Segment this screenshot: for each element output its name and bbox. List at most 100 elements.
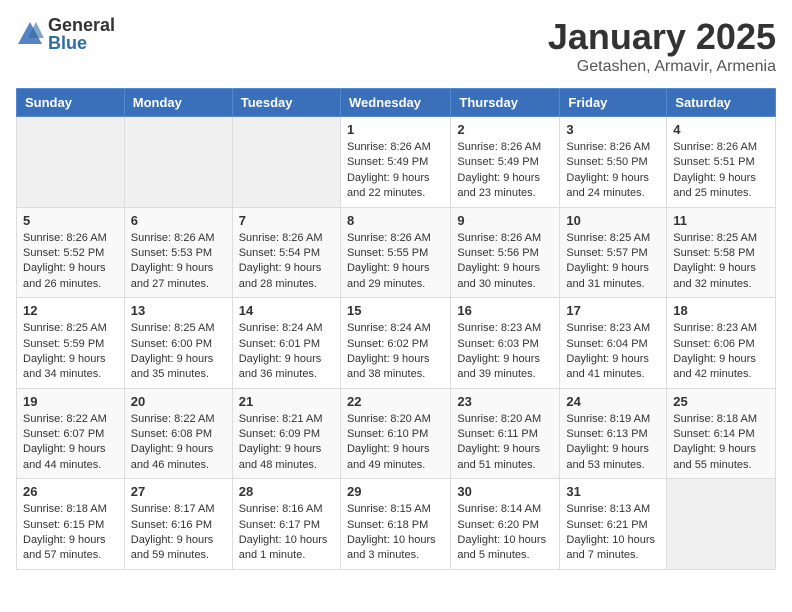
day-cell: 30 Sunrise: 8:14 AM Sunset: 6:20 PM Dayli… <box>451 479 560 570</box>
day-cell: 21Sunrise: 8:21 AM Sunset: 6:09 PM Dayli… <box>232 388 340 479</box>
day-info: Sunrise: 8:21 AM Sunset: 6:09 PM Dayligh… <box>239 412 334 474</box>
day-cell: 6 Sunrise: 8:26 AM Sunset: 5:53 PM Daylig… <box>124 207 232 298</box>
day-cell: 16 Sunrise: 8:23 AM Sunset: 6:03 PM Dayli… <box>451 298 560 389</box>
logo: General Blue <box>16 16 115 52</box>
day-number: 26 <box>23 484 118 499</box>
day-info: Sunrise: 8:19 AM Sunset: 6:13 PM Dayligh… <box>566 412 660 474</box>
day-cell <box>124 117 232 208</box>
day-number: 4 <box>673 122 769 137</box>
day-number: 3 <box>566 122 660 137</box>
day-number: 18 <box>673 303 769 318</box>
day-cell: 7Sunrise: 8:26 AM Sunset: 5:54 PM Daylig… <box>232 207 340 298</box>
week-row-1: 1 Sunrise: 8:26 AM Sunset: 5:49 PM Daylig… <box>17 117 776 208</box>
weekday-header-monday: Monday <box>124 89 232 117</box>
weekday-header-thursday: Thursday <box>451 89 560 117</box>
weekday-header-wednesday: Wednesday <box>340 89 450 117</box>
day-info: Sunrise: 8:23 AM Sunset: 6:03 PM Dayligh… <box>457 321 553 383</box>
day-cell: 22Sunrise: 8:20 AM Sunset: 6:10 PM Dayli… <box>340 388 450 479</box>
day-cell: 2Sunrise: 8:26 AM Sunset: 5:49 PM Daylig… <box>451 117 560 208</box>
day-number: 9 <box>457 213 553 228</box>
day-info: Sunrise: 8:13 AM Sunset: 6:21 PM Dayligh… <box>566 502 660 564</box>
day-info: Sunrise: 8:18 AM Sunset: 6:15 PM Dayligh… <box>23 502 118 564</box>
day-number: 7 <box>239 213 334 228</box>
weekday-header-tuesday: Tuesday <box>232 89 340 117</box>
day-number: 5 <box>23 213 118 228</box>
calendar-body: 1 Sunrise: 8:26 AM Sunset: 5:49 PM Daylig… <box>17 117 776 570</box>
month-title: January 2025 <box>548 16 776 58</box>
day-info: Sunrise: 8:22 AM Sunset: 6:07 PM Dayligh… <box>23 412 118 474</box>
week-row-4: 19Sunrise: 8:22 AM Sunset: 6:07 PM Dayli… <box>17 388 776 479</box>
day-cell: 26 Sunrise: 8:18 AM Sunset: 6:15 PM Dayli… <box>17 479 125 570</box>
day-number: 1 <box>347 122 444 137</box>
day-cell: 3 Sunrise: 8:26 AM Sunset: 5:50 PM Daylig… <box>560 117 667 208</box>
day-cell: 31 Sunrise: 8:13 AM Sunset: 6:21 PM Dayli… <box>560 479 667 570</box>
day-number: 30 <box>457 484 553 499</box>
day-cell: 10Sunrise: 8:25 AM Sunset: 5:57 PM Dayli… <box>560 207 667 298</box>
location-title: Getashen, Armavir, Armenia <box>548 58 776 76</box>
day-info: Sunrise: 8:26 AM Sunset: 5:49 PM Dayligh… <box>347 140 444 202</box>
day-info: Sunrise: 8:23 AM Sunset: 6:06 PM Dayligh… <box>673 321 769 383</box>
day-cell: 14Sunrise: 8:24 AM Sunset: 6:01 PM Dayli… <box>232 298 340 389</box>
day-info: Sunrise: 8:25 AM Sunset: 6:00 PM Dayligh… <box>131 321 226 383</box>
day-info: Sunrise: 8:15 AM Sunset: 6:18 PM Dayligh… <box>347 502 444 564</box>
day-number: 15 <box>347 303 444 318</box>
day-cell: 17 Sunrise: 8:23 AM Sunset: 6:04 PM Dayli… <box>560 298 667 389</box>
day-cell: 27 Sunrise: 8:17 AM Sunset: 6:16 PM Dayli… <box>124 479 232 570</box>
day-info: Sunrise: 8:26 AM Sunset: 5:49 PM Dayligh… <box>457 140 553 202</box>
day-cell: 5 Sunrise: 8:26 AM Sunset: 5:52 PM Daylig… <box>17 207 125 298</box>
day-number: 29 <box>347 484 444 499</box>
day-cell: 25 Sunrise: 8:18 AM Sunset: 6:14 PM Dayli… <box>667 388 776 479</box>
logo-general-text: General <box>48 16 115 34</box>
weekday-header-sunday: Sunday <box>17 89 125 117</box>
day-number: 16 <box>457 303 553 318</box>
logo-blue-text: Blue <box>48 34 115 52</box>
day-cell: 20Sunrise: 8:22 AM Sunset: 6:08 PM Dayli… <box>124 388 232 479</box>
day-info: Sunrise: 8:25 AM Sunset: 5:57 PM Dayligh… <box>566 231 660 293</box>
day-info: Sunrise: 8:25 AM Sunset: 5:59 PM Dayligh… <box>23 321 118 383</box>
week-row-2: 5 Sunrise: 8:26 AM Sunset: 5:52 PM Daylig… <box>17 207 776 298</box>
week-row-3: 12 Sunrise: 8:25 AM Sunset: 5:59 PM Dayli… <box>17 298 776 389</box>
day-cell: 15Sunrise: 8:24 AM Sunset: 6:02 PM Dayli… <box>340 298 450 389</box>
day-info: Sunrise: 8:26 AM Sunset: 5:53 PM Dayligh… <box>131 231 226 293</box>
day-number: 22 <box>347 394 444 409</box>
day-info: Sunrise: 8:26 AM Sunset: 5:51 PM Dayligh… <box>673 140 769 202</box>
day-cell: 24 Sunrise: 8:19 AM Sunset: 6:13 PM Dayli… <box>560 388 667 479</box>
day-info: Sunrise: 8:26 AM Sunset: 5:52 PM Dayligh… <box>23 231 118 293</box>
day-info: Sunrise: 8:23 AM Sunset: 6:04 PM Dayligh… <box>566 321 660 383</box>
day-cell: 12 Sunrise: 8:25 AM Sunset: 5:59 PM Dayli… <box>17 298 125 389</box>
day-cell: 23 Sunrise: 8:20 AM Sunset: 6:11 PM Dayli… <box>451 388 560 479</box>
day-cell <box>232 117 340 208</box>
day-cell: 1 Sunrise: 8:26 AM Sunset: 5:49 PM Daylig… <box>340 117 450 208</box>
day-info: Sunrise: 8:17 AM Sunset: 6:16 PM Dayligh… <box>131 502 226 564</box>
day-info: Sunrise: 8:26 AM Sunset: 5:56 PM Dayligh… <box>457 231 553 293</box>
logo-icon <box>16 20 44 48</box>
day-info: Sunrise: 8:20 AM Sunset: 6:11 PM Dayligh… <box>457 412 553 474</box>
day-info: Sunrise: 8:26 AM Sunset: 5:50 PM Dayligh… <box>566 140 660 202</box>
day-number: 13 <box>131 303 226 318</box>
day-cell: 11 Sunrise: 8:25 AM Sunset: 5:58 PM Dayli… <box>667 207 776 298</box>
day-number: 17 <box>566 303 660 318</box>
day-number: 14 <box>239 303 334 318</box>
day-number: 24 <box>566 394 660 409</box>
day-number: 31 <box>566 484 660 499</box>
day-cell: 18 Sunrise: 8:23 AM Sunset: 6:06 PM Dayli… <box>667 298 776 389</box>
day-info: Sunrise: 8:14 AM Sunset: 6:20 PM Dayligh… <box>457 502 553 564</box>
weekday-header-row: SundayMondayTuesdayWednesdayThursdayFrid… <box>17 89 776 117</box>
day-info: Sunrise: 8:25 AM Sunset: 5:58 PM Dayligh… <box>673 231 769 293</box>
day-number: 8 <box>347 213 444 228</box>
day-number: 6 <box>131 213 226 228</box>
day-number: 23 <box>457 394 553 409</box>
day-cell: 9 Sunrise: 8:26 AM Sunset: 5:56 PM Daylig… <box>451 207 560 298</box>
day-number: 12 <box>23 303 118 318</box>
day-number: 27 <box>131 484 226 499</box>
day-cell: 19Sunrise: 8:22 AM Sunset: 6:07 PM Dayli… <box>17 388 125 479</box>
day-number: 20 <box>131 394 226 409</box>
day-cell: 28Sunrise: 8:16 AM Sunset: 6:17 PM Dayli… <box>232 479 340 570</box>
day-number: 25 <box>673 394 769 409</box>
logo-text: General Blue <box>48 16 115 52</box>
day-info: Sunrise: 8:18 AM Sunset: 6:14 PM Dayligh… <box>673 412 769 474</box>
day-number: 11 <box>673 213 769 228</box>
day-number: 28 <box>239 484 334 499</box>
calendar-header: SundayMondayTuesdayWednesdayThursdayFrid… <box>17 89 776 117</box>
day-cell <box>17 117 125 208</box>
